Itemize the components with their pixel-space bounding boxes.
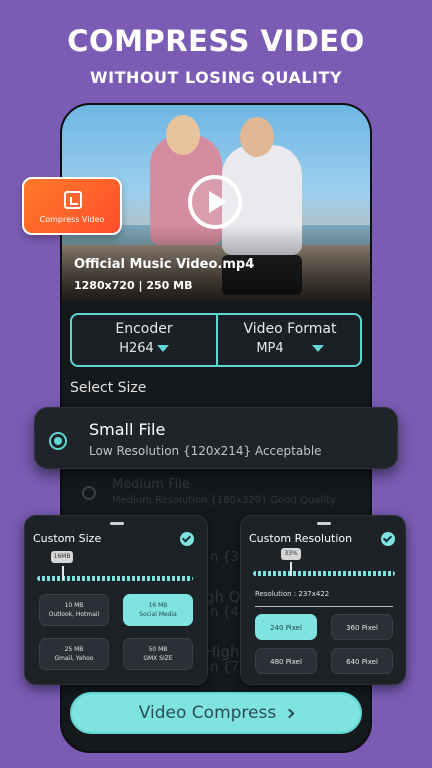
chevron-right-icon <box>284 708 295 718</box>
drag-handle[interactable] <box>110 522 124 525</box>
resolution-slider[interactable] <box>253 571 395 576</box>
size-chip[interactable]: 25 MB Gmail, Yahoo <box>39 638 109 670</box>
custom-size-title: Custom Size <box>33 532 102 545</box>
slider-value-label: 33% <box>281 548 301 560</box>
size-chip[interactable]: 50 MB GMX SIZE <box>123 638 193 670</box>
custom-resolution-panel: Custom Resolution 33% Resolution : 237x4… <box>240 515 406 685</box>
size-option-title: Small File <box>89 420 166 439</box>
slider-thumb[interactable] <box>290 562 292 576</box>
video-file-meta: 1280x720 | 250 MB <box>74 279 193 292</box>
compress-icon <box>64 191 82 209</box>
compress-video-label: Compress Video <box>39 215 105 224</box>
resolution-text: Resolution : 237x422 <box>255 590 330 598</box>
video-format-label: Video Format <box>243 321 337 337</box>
size-chip-selected[interactable]: 16 MB Social Media <box>123 594 193 626</box>
promo-subheadline: WITHOUT LOSING QUALITY <box>90 68 342 87</box>
radio-selected-icon[interactable] <box>49 432 67 450</box>
drag-handle[interactable] <box>317 522 331 525</box>
custom-resolution-title: Custom Resolution <box>249 532 353 545</box>
check-icon[interactable] <box>381 532 395 546</box>
resolution-chip[interactable]: 480 Pixel <box>255 648 317 674</box>
custom-size-panel: Custom Size 16MB 10 MB Outlook, Hotmail 1… <box>24 515 208 685</box>
video-compress-button[interactable]: Video Compress <box>70 692 362 734</box>
resolution-chip-selected[interactable]: 240 Pixel <box>255 614 317 640</box>
slider-value-label: 16MB <box>51 551 73 563</box>
size-slider[interactable] <box>37 576 193 581</box>
encoder-dropdown[interactable]: Encoder H264 <box>72 321 216 356</box>
resolution-chip[interactable]: 640 Pixel <box>331 648 393 674</box>
faded-text: High <box>205 643 240 661</box>
play-button[interactable] <box>188 175 242 229</box>
size-option-desc: Medium Resolution {180x320} Good Quality <box>112 495 336 506</box>
size-chip[interactable]: 10 MB Outlook, Hotmail <box>39 594 109 626</box>
slider-thumb[interactable] <box>62 566 64 580</box>
divider <box>255 606 393 607</box>
compress-video-badge[interactable]: Compress Video <box>22 177 122 235</box>
video-file-name: Official Music Video.mp4 <box>74 257 255 272</box>
select-size-heading: Select Size <box>70 380 147 396</box>
size-option-title: Medium File <box>112 477 190 492</box>
size-option-small-file[interactable]: Small File Low Resolution {120x214} Acce… <box>34 407 398 469</box>
chevron-down-icon <box>156 345 169 352</box>
video-format-value: MP4 <box>256 341 284 356</box>
radio-medium-file[interactable] <box>82 486 96 500</box>
check-icon[interactable] <box>180 532 194 546</box>
promo-headline: COMPRESS VIDEO <box>67 24 365 58</box>
encoder-label: Encoder <box>115 321 173 337</box>
play-icon <box>209 191 227 213</box>
video-compress-label: Video Compress <box>138 703 277 723</box>
video-format-dropdown[interactable]: Video Format MP4 <box>218 321 362 356</box>
encoder-value: H264 <box>119 341 154 356</box>
chevron-down-icon <box>311 345 324 352</box>
encoding-options: Encoder H264 Video Format MP4 <box>70 313 362 367</box>
resolution-chip[interactable]: 360 Pixel <box>331 614 393 640</box>
size-option-desc: Low Resolution {120x214} Acceptable <box>89 444 322 458</box>
